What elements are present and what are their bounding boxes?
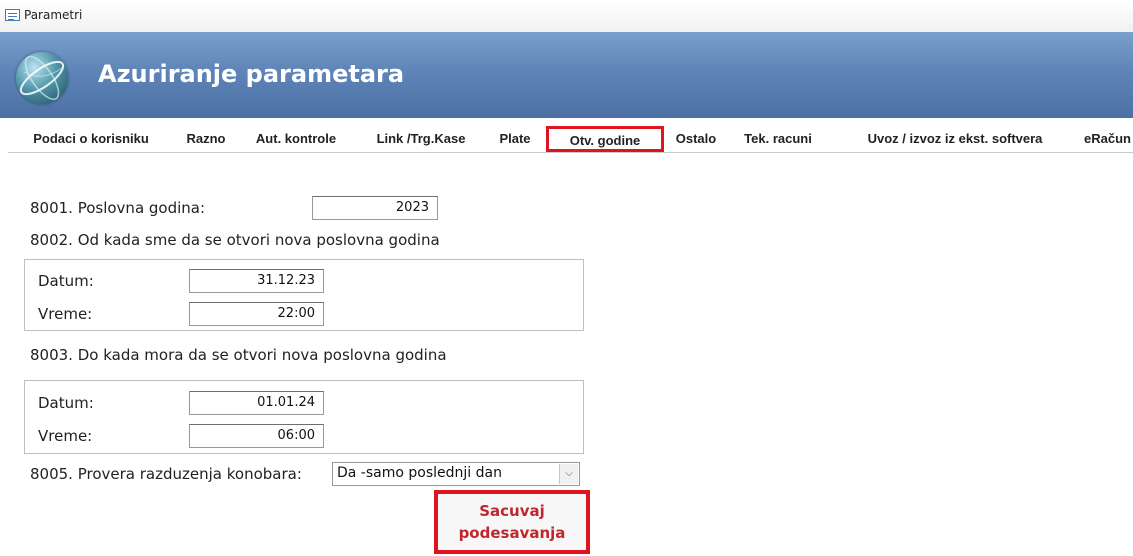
tab-ostalo[interactable]: Ostalo — [665, 128, 727, 150]
tab-podaci-o-korisniku[interactable]: Podaci o korisniku — [8, 128, 174, 150]
form-icon — [5, 9, 20, 21]
od-kada-datum-label: Datum: — [38, 272, 94, 290]
window-titlebar: Parametri — [0, 0, 1133, 32]
header-title: Azuriranje parametara — [98, 60, 405, 88]
window-title: Parametri — [24, 8, 83, 22]
chevron-down-icon[interactable]: ⌵ — [559, 464, 578, 484]
tab-razno[interactable]: Razno — [178, 128, 234, 150]
provera-konobara-combo[interactable]: Da -samo poslednji dan ⌵ — [332, 462, 580, 486]
tab-link-trg-kase[interactable]: Link /Trg.Kase — [358, 128, 484, 150]
tab-tek-racuni[interactable]: Tek. racuni — [730, 128, 826, 150]
tab-uvoz-izvoz[interactable]: Uvoz / izvoz iz ekst. softvera — [829, 128, 1081, 150]
od-kada-vreme-label: Vreme: — [38, 305, 93, 323]
poslovna-godina-label: 8001. Poslovna godina: — [30, 199, 206, 217]
do-kada-vreme-field[interactable]: 06:00 — [189, 424, 324, 448]
tab-plate[interactable]: Plate — [486, 128, 544, 150]
provera-konobara-label: 8005. Provera razduzenja konobara: — [30, 465, 302, 483]
save-settings-button[interactable]: Sacuvaj podesavanja — [434, 490, 590, 554]
poslovna-godina-field[interactable]: 2023 — [312, 196, 438, 220]
od-kada-datum-field[interactable]: 31.12.23 — [189, 269, 324, 293]
od-kada-label: 8002. Od kada sme da se otvori nova posl… — [30, 231, 440, 249]
do-kada-label: 8003. Do kada mora da se otvori nova pos… — [30, 346, 447, 364]
tab-otv-godine[interactable]: Otv. godine — [546, 126, 664, 152]
do-kada-datum-field[interactable]: 01.01.24 — [189, 391, 324, 415]
tab-strip: Podaci o korisniku Razno Aut. kontrole L… — [8, 126, 1133, 153]
provera-konobara-value: Da -samo poslednji dan — [337, 465, 502, 481]
tab-aut-kontrole[interactable]: Aut. kontrole — [236, 128, 356, 150]
save-button-line1: Sacuvaj — [479, 502, 545, 520]
form-header: Azuriranje parametara — [0, 32, 1133, 118]
tab-eracun[interactable]: eRačun — [1084, 128, 1133, 150]
od-kada-vreme-field[interactable]: 22:00 — [189, 302, 324, 326]
globe-icon — [16, 52, 68, 104]
save-button-line2: podesavanja — [458, 524, 566, 542]
do-kada-datum-label: Datum: — [38, 394, 94, 412]
do-kada-vreme-label: Vreme: — [38, 427, 93, 445]
